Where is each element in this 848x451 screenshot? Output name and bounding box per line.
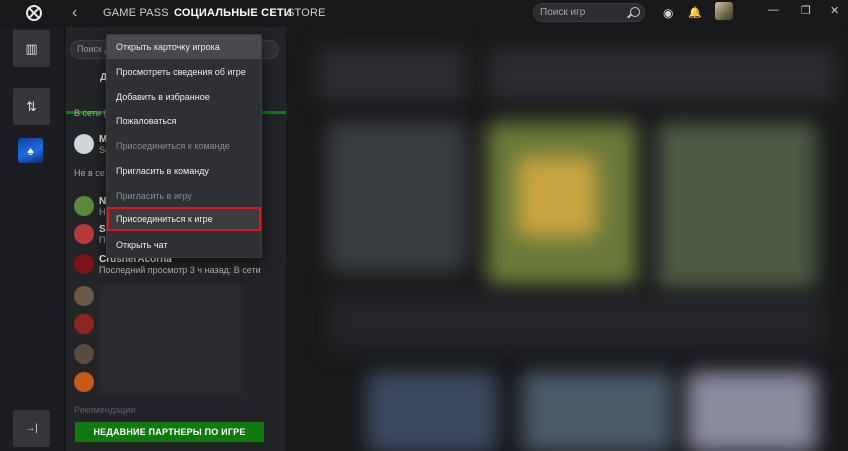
friend-avatar — [74, 286, 94, 306]
recent-game-tile[interactable]: ♠ — [18, 138, 43, 163]
achievements-icon[interactable]: ◉ — [663, 6, 673, 20]
minimize-icon[interactable]: — — [768, 4, 779, 16]
collapse-icon: →| — [25, 423, 38, 434]
blurred-content — [287, 27, 848, 451]
recommendations-label: Рекомендации — [74, 405, 136, 415]
menu-item-invite-party[interactable]: Пригласить в команду — [107, 159, 261, 183]
filter-icon: ⇅ — [26, 98, 37, 114]
friend-avatar — [74, 224, 94, 244]
close-icon[interactable]: ✕ — [830, 4, 839, 17]
tab-game-pass[interactable]: GAME PASS — [103, 7, 169, 19]
menu-item-join-game[interactable]: Присоединиться к игре — [107, 207, 261, 231]
solitaire-icon: ♠ — [27, 143, 34, 158]
game-search-input[interactable] — [540, 7, 630, 18]
notifications-icon[interactable]: 🔔 — [688, 6, 702, 19]
bg-tile — [327, 292, 827, 352]
menu-item-open-profile[interactable]: Открыть карточку игрока — [107, 35, 261, 59]
menu-item-open-chat[interactable]: Открыть чат — [107, 233, 261, 257]
search-icon[interactable] — [630, 7, 640, 17]
tab-store[interactable]: STORE — [287, 7, 326, 19]
filter-button[interactable]: ⇅ — [13, 88, 50, 125]
bg-tile — [367, 372, 497, 451]
online-section-label: В сети ( — [74, 108, 107, 118]
collapse-button[interactable]: →| — [13, 410, 50, 447]
back-arrow-icon[interactable]: ‹ — [72, 4, 77, 22]
bg-tile — [687, 372, 817, 451]
friend-avatar — [74, 372, 94, 392]
friend-avatar — [74, 344, 94, 364]
library-button[interactable]: ▥ — [13, 30, 50, 67]
bg-tile — [522, 372, 672, 451]
avatar[interactable] — [715, 2, 733, 20]
restore-icon[interactable]: ❐ — [801, 4, 811, 17]
redacted-area — [99, 285, 244, 395]
menu-item-add-favorite[interactable]: Добавить в избранное — [107, 85, 261, 109]
menu-item-join-party: Присоединиться к команде — [116, 141, 230, 151]
bg-tile — [327, 122, 467, 272]
friend-avatar — [74, 196, 94, 216]
menu-item-report[interactable]: Пожаловаться — [107, 109, 261, 133]
friend-status: П — [99, 235, 106, 245]
context-menu: Открыть карточку игрока Просмотреть свед… — [106, 34, 262, 258]
offline-section-label: Не в се — [74, 168, 105, 178]
friend-avatar — [74, 254, 94, 274]
friend-status: Последний просмотр 3 ч назад: В сети — [99, 265, 261, 275]
game-search-box[interactable] — [533, 3, 645, 22]
bg-tile — [657, 122, 817, 292]
friend-status: H — [99, 207, 106, 217]
library-icon: ▥ — [25, 40, 38, 56]
menu-item-invite-game: Пригласить в игру — [116, 191, 192, 201]
xbox-logo-icon[interactable] — [26, 5, 42, 21]
friend-avatar — [74, 314, 94, 334]
bg-tile — [517, 157, 597, 237]
bg-tile — [317, 47, 467, 102]
tab-social[interactable]: СОЦИАЛЬНЫЕ СЕТИ — [174, 7, 292, 19]
left-rail: ▥ ⇅ ♠ →| — [0, 27, 65, 451]
friend-avatar — [74, 134, 94, 154]
bg-tile — [487, 47, 837, 102]
title-bar: ‹ GAME PASS СОЦИАЛЬНЫЕ СЕТИ STORE ◉ 🔔 — … — [0, 0, 848, 27]
recent-partners-button[interactable]: НЕДАВНИЕ ПАРТНЕРЫ ПО ИГРЕ — [75, 422, 264, 442]
menu-item-view-game-details[interactable]: Просмотреть сведения об игре — [107, 60, 261, 84]
friend-name: S — [99, 224, 106, 235]
